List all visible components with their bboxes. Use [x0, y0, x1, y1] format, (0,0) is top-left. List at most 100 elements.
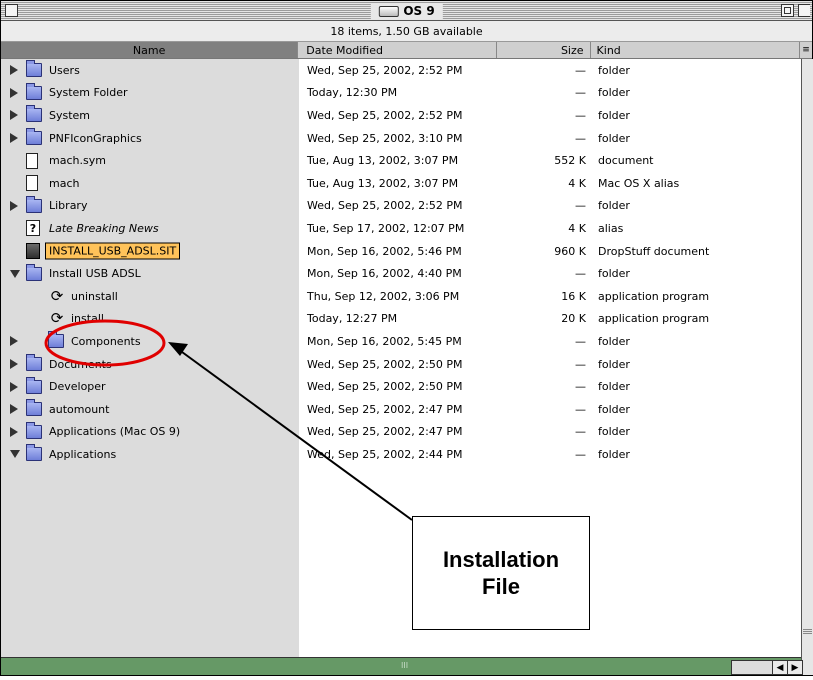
sort-direction-button[interactable]: ≡ [800, 42, 812, 58]
list-item[interactable]: INSTALL_USB_ADSL.SIT Mon, Sep 16, 2002, 5… [1, 240, 801, 263]
list-item[interactable]: Applications Wed, Sep 25, 2002, 2:44 PM — f… [1, 443, 801, 466]
kind-cell: folder [598, 108, 630, 122]
date-modified-cell: Wed, Sep 25, 2002, 2:50 PM [307, 357, 463, 371]
kind-cell: application program [598, 289, 710, 303]
name-cell: ⟳ uninstall [1, 285, 299, 308]
collapse-box[interactable] [798, 4, 810, 17]
disclosure-triangle-closed-icon[interactable] [10, 426, 18, 437]
vertical-scrollbar[interactable] [801, 59, 813, 675]
list-item[interactable]: PNFIconGraphics Wed, Sep 25, 2002, 3:10 P… [1, 127, 801, 150]
kind-cell: application program [598, 312, 710, 326]
list-item[interactable]: ⟳ uninstall Thu, Sep 12, 2002, 3:06 PM 16 K… [1, 285, 801, 308]
file-name[interactable]: automount [49, 403, 109, 416]
list-item[interactable]: ⟳ install Today, 12:27 PM 20 K application p… [1, 308, 801, 331]
file-name[interactable]: install [71, 312, 104, 325]
file-name[interactable]: Components [71, 335, 141, 348]
name-cell: Applications (Mac OS 9) [1, 421, 299, 444]
size-cell: — [575, 402, 586, 416]
list-item[interactable]: mach Tue, Aug 13, 2002, 3:07 PM 4 K Mac OS … [1, 172, 801, 195]
scroll-left-arrow-icon[interactable]: ◀ [772, 660, 788, 675]
disclosure-triangle-closed-icon[interactable] [10, 336, 18, 347]
file-name[interactable]: Users [49, 64, 80, 77]
list-item[interactable]: Library Wed, Sep 25, 2002, 2:52 PM — folder [1, 195, 801, 218]
file-name[interactable]: Developer [49, 380, 106, 393]
file-name[interactable]: Applications (Mac OS 9) [49, 425, 180, 438]
name-cell: mach.sym [1, 149, 299, 172]
column-headers: Name Date Modified Size Kind ≡ [1, 42, 812, 59]
disclosure-triangle-open-icon[interactable] [10, 269, 20, 278]
title-bar[interactable]: OS 9 [1, 1, 812, 21]
name-cell: Install USB ADSL [1, 262, 299, 285]
date-modified-cell: Wed, Sep 25, 2002, 2:47 PM [307, 425, 463, 439]
disclosure-triangle-closed-icon[interactable] [10, 133, 18, 144]
disclosure-triangle-closed-icon[interactable] [10, 65, 18, 76]
callout-box: Installation File [412, 516, 590, 630]
close-box[interactable] [5, 4, 18, 17]
file-name[interactable]: PNFIconGraphics [49, 132, 142, 145]
scroll-right-arrow-icon[interactable]: ▶ [787, 660, 803, 675]
list-item[interactable]: Components Mon, Sep 16, 2002, 5:45 PM — fol… [1, 330, 801, 353]
disclosure-triangle-closed-icon[interactable] [10, 200, 18, 211]
file-name[interactable]: Library [49, 199, 87, 212]
kind-cell: folder [598, 425, 630, 439]
name-cell: Developer [1, 375, 299, 398]
list-item[interactable]: ? Late Breaking News Tue, Sep 17, 2002, 12… [1, 217, 801, 240]
list-item[interactable]: Developer Wed, Sep 25, 2002, 2:50 PM — fold… [1, 375, 801, 398]
size-cell: — [575, 199, 586, 213]
list-item[interactable]: System Wed, Sep 25, 2002, 2:52 PM — folder [1, 104, 801, 127]
scroll-track[interactable] [731, 660, 773, 675]
disclosure-triangle-closed-icon[interactable] [10, 110, 18, 121]
file-name[interactable]: System [49, 109, 90, 122]
document-icon [26, 152, 38, 169]
scroll-thumb[interactable]: III [401, 662, 409, 670]
list-item[interactable]: automount Wed, Sep 25, 2002, 2:47 PM — fold… [1, 398, 801, 421]
list-item[interactable]: Documents Wed, Sep 25, 2002, 2:50 PM — fold… [1, 353, 801, 376]
size-cell: — [575, 447, 586, 461]
column-header-date-modified[interactable]: Date Modified [298, 42, 497, 58]
size-cell: 4 K [568, 221, 586, 235]
file-name[interactable]: Documents [49, 358, 112, 371]
horizontal-scrollbar[interactable]: III ◀ ▶ [1, 657, 803, 675]
file-name[interactable]: Late Breaking News [49, 222, 159, 235]
file-name[interactable]: INSTALL_USB_ADSL.SIT [45, 242, 181, 260]
file-name[interactable]: mach.sym [49, 154, 106, 167]
folder-icon [26, 128, 42, 146]
stuffit-icon [26, 243, 40, 260]
kind-cell: folder [598, 357, 630, 371]
list-item[interactable]: mach.sym Tue, Aug 13, 2002, 3:07 PM 552 K d… [1, 149, 801, 172]
kind-cell: folder [598, 199, 630, 213]
date-modified-cell: Wed, Sep 25, 2002, 2:47 PM [307, 402, 463, 416]
date-modified-cell: Mon, Sep 16, 2002, 5:45 PM [307, 334, 462, 348]
applications-folder-icon [26, 421, 42, 439]
disclosure-triangle-closed-icon[interactable] [10, 87, 18, 98]
file-name[interactable]: mach [49, 177, 79, 190]
list-item[interactable]: Users Wed, Sep 25, 2002, 2:52 PM — folder [1, 59, 801, 82]
name-cell: Components [1, 330, 299, 353]
size-cell: — [575, 425, 586, 439]
disclosure-triangle-closed-icon[interactable] [10, 359, 18, 370]
callout-line-1: Installation [442, 546, 560, 572]
disclosure-triangle-closed-icon[interactable] [10, 404, 18, 415]
size-cell: 4 K [568, 176, 586, 190]
date-modified-cell: Wed, Sep 25, 2002, 2:50 PM [307, 380, 463, 394]
list-item[interactable]: System Folder Today, 12:30 PM — folder [1, 82, 801, 105]
file-name[interactable]: uninstall [71, 290, 118, 303]
size-cell: 960 K [554, 244, 586, 258]
disclosure-triangle-open-icon[interactable] [10, 450, 20, 459]
zoom-box[interactable] [781, 4, 794, 17]
date-modified-cell: Mon, Sep 16, 2002, 4:40 PM [307, 267, 462, 281]
file-name[interactable]: System Folder [49, 86, 128, 99]
file-name[interactable]: Install USB ADSL [49, 267, 141, 280]
size-cell: — [575, 108, 586, 122]
list-item[interactable]: Install USB ADSL Mon, Sep 16, 2002, 4:40 … [1, 262, 801, 285]
disclosure-triangle-closed-icon[interactable] [10, 381, 18, 392]
kind-cell: folder [598, 447, 630, 461]
date-modified-cell: Today, 12:27 PM [307, 312, 398, 326]
folder-icon [26, 399, 42, 417]
column-header-name[interactable]: Name [1, 42, 299, 58]
column-header-kind[interactable]: Kind [591, 42, 801, 58]
column-header-size[interactable]: Size [497, 42, 591, 58]
list-item[interactable]: Applications (Mac OS 9) Wed, Sep 25, 2002… [1, 421, 801, 444]
file-list: Users Wed, Sep 25, 2002, 2:52 PM — folder Sy… [1, 59, 801, 657]
file-name[interactable]: Applications [49, 448, 116, 461]
